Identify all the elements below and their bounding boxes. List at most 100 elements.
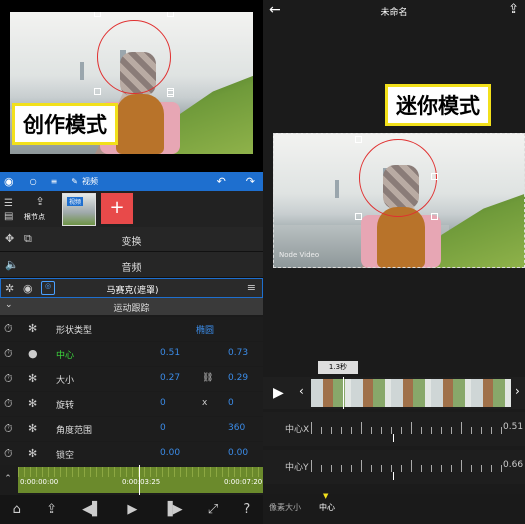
root-node-label[interactable]: 根节点 — [24, 212, 45, 222]
property-label: 旋转 — [56, 401, 75, 411]
gear-icon[interactable]: ● — [28, 347, 38, 360]
effect-title: 马赛克(遮罩) — [106, 286, 159, 296]
motion-tracking-row[interactable]: ⌄ 运动跟踪 — [0, 298, 263, 315]
property-value-2[interactable]: 360 — [228, 423, 245, 433]
property-value-1[interactable]: 0 — [160, 398, 166, 408]
mask-handle[interactable] — [167, 90, 174, 97]
clip-strip[interactable]: ▶ ‹ › — [263, 377, 525, 409]
help-icon[interactable]: ? — [243, 502, 250, 517]
top-bar: ← 未命名 ⇪ — [263, 0, 525, 24]
property-value-1[interactable]: 0.00 — [160, 448, 180, 458]
property-row[interactable]: ⏱ ✻ 旋转 0 x 0 — [0, 392, 263, 416]
stopwatch-icon[interactable]: ⏱ — [4, 322, 13, 336]
eye-icon[interactable]: ◉ — [4, 175, 14, 188]
tab-pixel-size[interactable]: 像素大小 — [269, 502, 301, 513]
selected-indicator: ▼ — [323, 492, 329, 500]
audio-row[interactable]: 🔈 音频 — [0, 252, 263, 278]
property-value-2[interactable]: 0.29 — [228, 373, 248, 383]
tab-center[interactable]: 中心 — [319, 502, 335, 513]
share-icon[interactable]: ⇪ — [508, 2, 519, 17]
prev-frame-icon[interactable]: ◀▌ — [82, 502, 102, 517]
gear-icon[interactable]: ✻ — [28, 397, 37, 410]
layer-toolbar: ◉ ○ ≡ ✎ 视频 ↶ ↷ — [0, 172, 263, 191]
add-node-button[interactable]: + — [101, 193, 133, 224]
stopwatch-icon[interactable]: ⏱ — [4, 397, 13, 411]
layer-label: 视频 — [82, 177, 98, 186]
upload-icon[interactable]: ⇪ — [26, 195, 54, 208]
clip-thumbnail[interactable]: 视频 — [62, 193, 96, 226]
property-value-2[interactable]: 0.73 — [228, 348, 248, 358]
property-label: 大小 — [56, 376, 75, 386]
video-preview[interactable]: 创作模式 — [0, 0, 263, 172]
ruler-label: 中心X — [285, 425, 310, 435]
ruler-value[interactable]: 0.51 — [503, 422, 523, 432]
ruler-slider[interactable]: 中心Y 0.66 — [263, 450, 525, 484]
audio-label: 音频 — [121, 263, 142, 274]
property-label: 锁空 — [56, 451, 75, 461]
pencil-icon[interactable]: ✎ — [71, 177, 78, 186]
home-icon[interactable]: ⌂ — [13, 502, 21, 517]
menu-icon[interactable]: ≡ — [247, 281, 256, 294]
property-row[interactable]: ⏱ ✻ 形状类型 椭圆 — [0, 317, 263, 341]
editor-panel: 创作模式 ◉ ○ ≡ ✎ 视频 ↶ ↷ ☰ ▤ ⇪ 根节点 视频 + ✥ ⧉ 变… — [0, 0, 263, 524]
play-icon[interactable]: ▶ — [127, 502, 137, 517]
ruler-value[interactable]: 0.66 — [503, 460, 523, 470]
effect-header[interactable]: ✲ ◉ ◎ 马赛克(遮罩) ≡ — [0, 278, 263, 298]
property-value-2[interactable]: 0.00 — [228, 448, 248, 458]
property-label: 形状类型 — [56, 326, 93, 336]
time-end: 0:00:07:20 — [224, 478, 263, 486]
gear-icon[interactable]: ✻ — [28, 372, 37, 385]
undo-icon[interactable]: ↶ — [217, 175, 226, 188]
video-preview[interactable]: Node Video — [273, 133, 525, 268]
property-label: 角度范围 — [56, 426, 93, 436]
timeline[interactable]: ⌃ 0:00:00:00 0:00:03:25 0:00:07:20 — [0, 465, 263, 495]
stopwatch-icon[interactable]: ⏱ — [4, 372, 13, 386]
node-bar: ☰ ▤ ⇪ 根节点 视频 + — [0, 191, 263, 227]
chevron-up-icon[interactable]: ⌃ — [0, 465, 16, 495]
property-value-1[interactable]: 0 — [160, 423, 166, 433]
ruler-slider[interactable]: 中心X 0.51 — [263, 412, 525, 446]
export-icon[interactable]: ⇪ — [46, 502, 57, 517]
list-icon[interactable]: ☰ — [4, 198, 13, 209]
next-frame-icon[interactable]: ▐▶ — [163, 502, 183, 517]
gear-icon[interactable]: ✻ — [28, 422, 37, 435]
playhead[interactable] — [343, 377, 344, 409]
gear-icon[interactable]: ✻ — [28, 447, 37, 460]
stopwatch-icon[interactable]: ⏱ — [4, 422, 13, 436]
mini-mode-panel: ← 未命名 ⇪ 迷你模式 Node Video 1.3秒 ▶ ‹ › 中心X 0… — [263, 0, 525, 524]
bottom-toolbar: ⌂ ⇪ ◀▌ ▶ ▐▶ ⤢ ? — [0, 495, 263, 524]
property-value-2[interactable]: 0 — [228, 398, 234, 408]
property-value-1[interactable]: 0.51 — [160, 348, 180, 358]
playhead[interactable] — [139, 465, 140, 495]
transform-label: 变换 — [121, 237, 142, 248]
time-start: 0:00:00:00 — [20, 478, 59, 486]
video-frame: Node Video — [273, 133, 525, 268]
chevron-left-icon[interactable]: ‹ — [299, 384, 304, 398]
filmstrip[interactable] — [311, 379, 511, 407]
property-value-2[interactable]: 椭圆 — [196, 323, 214, 336]
layers-icon[interactable]: ▤ — [4, 211, 13, 222]
gear-icon[interactable]: ✻ — [28, 322, 37, 335]
transform-row[interactable]: ✥ ⧉ 变换 — [0, 227, 263, 252]
menu-icon[interactable]: ≡ — [51, 177, 58, 186]
property-row[interactable]: ⏱ ✻ 锁空 0.00 0.00 — [0, 442, 263, 465]
stopwatch-icon[interactable]: ⏱ — [4, 447, 13, 461]
param-tabs: 像素大小 中心 ▼ — [263, 492, 525, 524]
property-value-1[interactable]: 0.27 — [160, 373, 180, 383]
duration-label: 1.3秒 — [318, 361, 358, 374]
play-icon[interactable]: ▶ — [273, 385, 284, 401]
circle-icon[interactable]: ○ — [30, 177, 37, 186]
property-row[interactable]: ⏱ ✻ 大小 0.27 ⛓ 0.29 — [0, 367, 263, 391]
ruler-indicator — [393, 434, 394, 442]
motion-tracking-label: 运动跟踪 — [113, 304, 150, 314]
chevron-right-icon[interactable]: › — [515, 384, 520, 398]
redo-icon[interactable]: ↷ — [246, 175, 255, 188]
ruler-label: 中心Y — [285, 463, 309, 473]
property-row[interactable]: ⏱ ✻ 角度范围 0 360 — [0, 417, 263, 441]
fullscreen-icon[interactable]: ⤢ — [208, 502, 218, 517]
stopwatch-icon[interactable]: ⏱ — [4, 347, 13, 361]
property-row[interactable]: ⏱ ● 中心 0.51 0.73 — [0, 342, 263, 366]
property-link[interactable]: x — [202, 398, 207, 408]
property-list: ⏱ ✻ 形状类型 椭圆 ⏱ ● 中心 0.51 0.73 ⏱ ✻ 大小 0.27 ⛓ 0.29 ⏱ ✻ 旋转 0 x 0… — [0, 317, 263, 465]
property-link[interactable]: ⛓ — [202, 373, 213, 383]
